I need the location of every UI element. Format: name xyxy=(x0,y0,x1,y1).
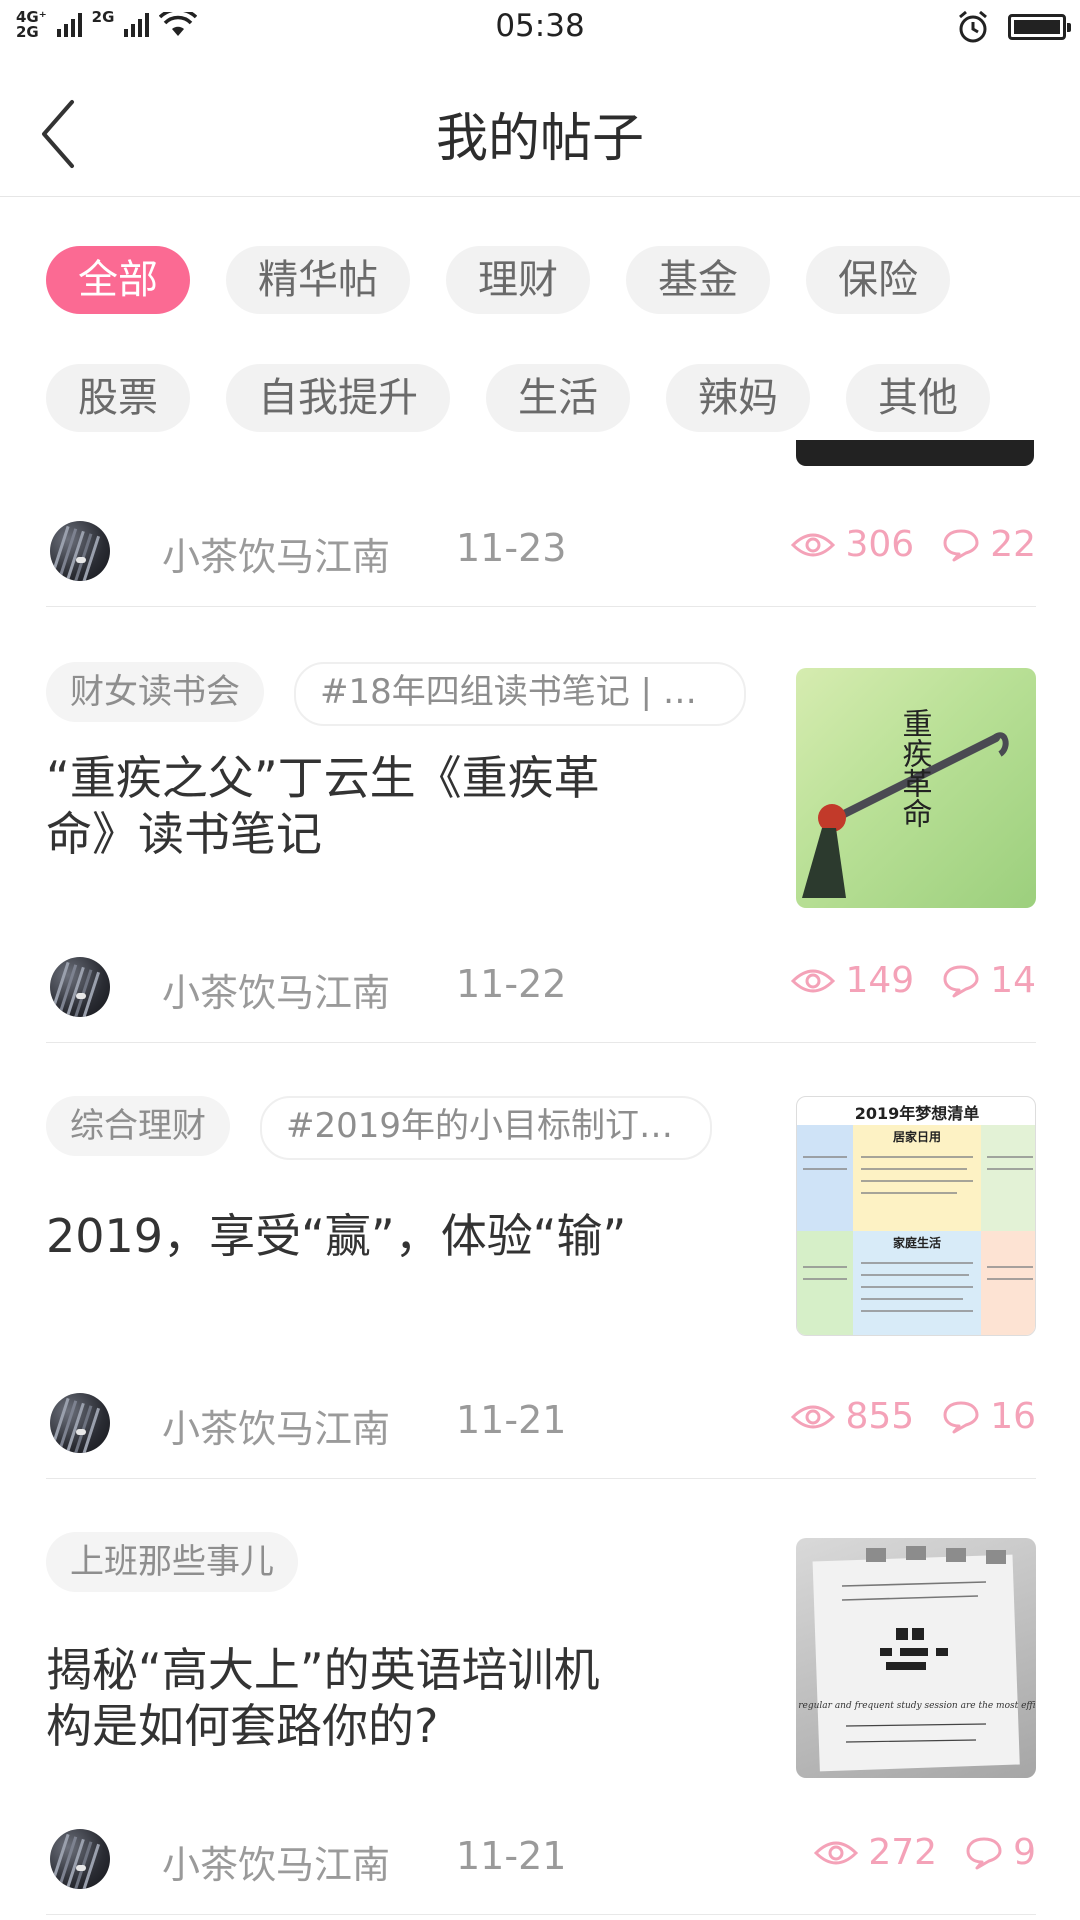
divider xyxy=(46,606,1036,607)
notebook-photo-image: Short regular and frequent study session… xyxy=(796,1546,1036,1772)
eye-icon xyxy=(791,533,836,556)
filter-row-1: 全部 精华帖 理财 基金 保险 xyxy=(46,246,1046,314)
filter-chip-featured[interactable]: 精华帖 xyxy=(226,246,410,314)
post-date: 11-21 xyxy=(456,1834,567,1878)
page-title: 我的帖子 xyxy=(435,109,644,169)
filter-chip-insurance[interactable]: 保险 xyxy=(806,246,950,314)
avatar[interactable] xyxy=(50,957,110,1017)
status-bar: 4G⁺ 2G 2G 05:38 xyxy=(0,0,1080,56)
avatar[interactable] xyxy=(50,1829,110,1889)
group-tag[interactable]: 综合理财 xyxy=(46,1096,230,1156)
dream-list-image: 2019年梦想清单 居家日用 家庭生活 xyxy=(797,1104,1035,1335)
clock: 05:38 xyxy=(495,8,585,44)
comment-icon xyxy=(943,529,979,561)
view-count: 306 xyxy=(845,524,915,565)
post-date: 11-23 xyxy=(456,526,567,570)
alarm-icon xyxy=(959,10,987,43)
author-name[interactable]: 小茶饮马江南 xyxy=(162,962,390,1017)
filter-chip-all[interactable]: 全部 xyxy=(46,246,190,314)
comment-count: 16 xyxy=(990,1396,1036,1437)
book-cover-image: 重疾革命 xyxy=(802,708,1009,898)
filter-chip-life[interactable]: 生活 xyxy=(486,364,630,432)
comment-icon xyxy=(966,1837,1002,1869)
battery-icon xyxy=(1008,14,1071,40)
post-title[interactable]: 揭秘“高大上”的英语培训机构是如何套路你的? xyxy=(46,1642,636,1754)
comment-count: 9 xyxy=(1013,1832,1036,1873)
filter-chip-self-improvement[interactable]: 自我提升 xyxy=(226,364,450,432)
post-title[interactable]: “重疾之父”丁云生《重疾革命》读书笔记 xyxy=(46,750,636,862)
post-title[interactable]: 2019，享受“赢”，体验“输” xyxy=(46,1208,636,1264)
author-name[interactable]: 小茶饮马江南 xyxy=(162,1834,390,1889)
post-stats: 306 22 xyxy=(791,524,1036,565)
post-meta: 小茶饮马江南 11-21 855 16 xyxy=(46,1390,1036,1460)
eye-icon xyxy=(791,1405,836,1428)
author-name[interactable]: 小茶饮马江南 xyxy=(162,1398,390,1453)
group-tag[interactable]: 财女读书会 xyxy=(46,662,264,722)
post-meta: 小茶饮马江南 11-23 306 22 xyxy=(46,518,1036,588)
dream-list-header-2: 家庭生活 xyxy=(893,1235,941,1250)
divider xyxy=(46,1914,1036,1915)
topic-tag[interactable]: #2019年的小目标制订好... xyxy=(260,1096,712,1160)
comment-icon xyxy=(943,1401,979,1433)
topic-tag[interactable]: #18年四组读书笔记 | 财... xyxy=(294,662,746,726)
view-count: 272 xyxy=(868,1832,938,1873)
header-bar: 我的帖子 xyxy=(0,60,1080,197)
author-name[interactable]: 小茶饮马江南 xyxy=(162,526,390,581)
filter-chip-fund[interactable]: 基金 xyxy=(626,246,770,314)
post-meta: 小茶饮马江南 11-21 272 9 xyxy=(46,1826,1036,1896)
post-stats: 149 14 xyxy=(791,960,1036,1001)
filter-row-2: 股票 自我提升 生活 辣妈 其他 xyxy=(46,364,1046,432)
divider xyxy=(46,1042,1036,1043)
eye-icon xyxy=(814,1841,859,1864)
post-thumbnail-partial[interactable] xyxy=(796,440,1034,466)
view-count: 149 xyxy=(845,960,915,1001)
post-thumbnail[interactable]: 重疾革命 xyxy=(796,668,1036,908)
dream-list-title: 2019年梦想清单 xyxy=(855,1104,980,1123)
post-date: 11-22 xyxy=(456,962,567,1006)
group-tag[interactable]: 上班那些事儿 xyxy=(46,1532,298,1592)
filter-chip-stocks[interactable]: 股票 xyxy=(46,364,190,432)
dream-list-header-1: 居家日用 xyxy=(893,1129,941,1144)
filter-chip-moms[interactable]: 辣妈 xyxy=(666,364,810,432)
filter-chip-other[interactable]: 其他 xyxy=(846,364,990,432)
post-tags: 综合理财 #2019年的小目标制订好... xyxy=(46,1096,712,1160)
post-tags: 财女读书会 #18年四组读书笔记 | 财... xyxy=(46,662,746,726)
status-right xyxy=(956,10,1071,44)
notebook-handwriting: Short regular and frequent study session… xyxy=(796,1701,1036,1711)
post-stats: 855 16 xyxy=(791,1396,1036,1437)
post-thumbnail[interactable]: Short regular and frequent study session… xyxy=(796,1538,1036,1778)
view-count: 855 xyxy=(845,1396,915,1437)
avatar[interactable] xyxy=(50,1393,110,1453)
post-meta: 小茶饮马江南 11-22 149 14 xyxy=(46,954,1036,1024)
post-thumbnail[interactable]: 2019年梦想清单 居家日用 家庭生活 xyxy=(796,1096,1036,1336)
avatar[interactable] xyxy=(50,521,110,581)
post-tags: 上班那些事儿 xyxy=(46,1532,298,1592)
comment-icon xyxy=(943,965,979,997)
book-title-text: 重疾革命 xyxy=(897,708,933,828)
comment-count: 22 xyxy=(990,524,1036,565)
post-stats: 272 9 xyxy=(814,1832,1036,1873)
comment-count: 14 xyxy=(990,960,1036,1001)
filter-chip-finance[interactable]: 理财 xyxy=(446,246,590,314)
post-date: 11-21 xyxy=(456,1398,567,1442)
eye-icon xyxy=(791,969,836,992)
post-list: 小茶饮马江南 11-23 306 22 财女读书会 #18年四组读书笔记 | 财… xyxy=(0,440,1080,1920)
divider xyxy=(46,1478,1036,1479)
